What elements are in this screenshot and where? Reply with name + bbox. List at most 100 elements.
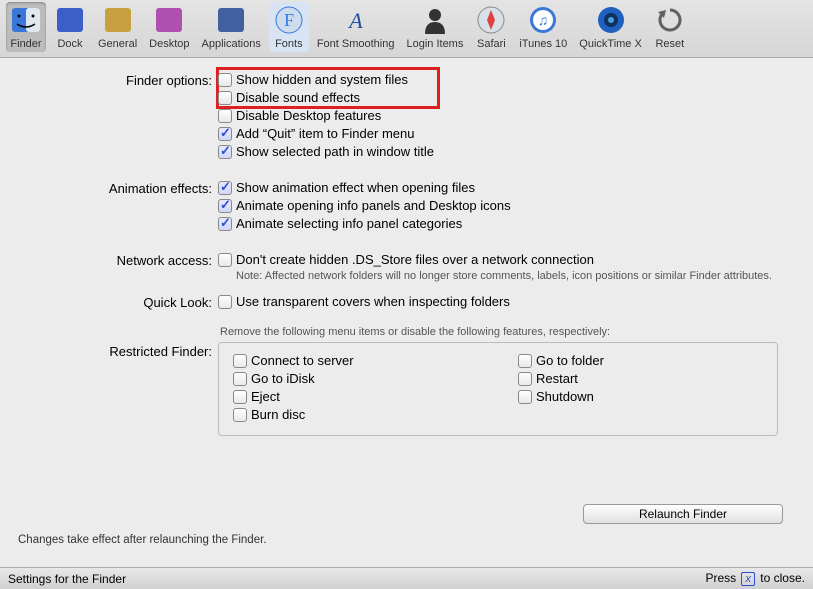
- status-left: Settings for the Finder: [8, 572, 126, 586]
- restricted-note: Remove the following menu items or disab…: [220, 326, 795, 338]
- toolbar-desktop[interactable]: Desktop: [145, 2, 193, 52]
- toolbar-finder[interactable]: Finder: [6, 2, 46, 52]
- restr-right-label-0: Go to folder: [536, 353, 604, 368]
- row-restricted: Restricted Finder: Remove the following …: [18, 326, 795, 436]
- restr-right-label-1: Restart: [536, 371, 578, 386]
- toolbar-quicktime-x[interactable]: QuickTime X: [575, 2, 646, 52]
- dock-icon: [54, 4, 86, 36]
- ql-opt-checkbox-0[interactable]: [218, 295, 232, 309]
- close-key[interactable]: x: [741, 572, 755, 586]
- finder-opt-line-0: Show hidden and system files: [218, 72, 795, 87]
- label-quicklook: Quick Look:: [18, 294, 218, 310]
- restr-left-line-1: Go to iDisk: [233, 371, 478, 386]
- toolbar-label: Fonts: [275, 38, 303, 50]
- relaunch-button[interactable]: Relaunch Finder: [583, 504, 783, 524]
- restr-right-checkbox-0[interactable]: [518, 354, 532, 368]
- label-animation: Animation effects:: [18, 180, 218, 196]
- restr-left-checkbox-1[interactable]: [233, 372, 247, 386]
- toolbar-applications[interactable]: Applications: [198, 2, 265, 52]
- toolbar-label: Font Smoothing: [317, 38, 395, 50]
- restr-left-label-0: Connect to server: [251, 353, 354, 368]
- restricted-box: Connect to server Go to iDisk Eject Burn di…: [218, 342, 778, 436]
- status-bar: Settings for the Finder Press x to close…: [0, 567, 813, 589]
- toolbar-label: Desktop: [149, 38, 189, 50]
- finder-opt-label-1: Disable sound effects: [236, 90, 360, 105]
- desktop-icon: [153, 4, 185, 36]
- finder-opt-label-4: Show selected path in window title: [236, 144, 434, 159]
- row-animation: Animation effects: Show animation effect…: [18, 180, 795, 234]
- finder-opt-checkbox-4[interactable]: [218, 145, 232, 159]
- row-network: Network access: Don't create hidden .DS_…: [18, 252, 795, 282]
- restr-left-checkbox-3[interactable]: [233, 408, 247, 422]
- toolbar-label: Reset: [655, 38, 684, 50]
- restr-right-checkbox-2[interactable]: [518, 390, 532, 404]
- restr-left-checkbox-2[interactable]: [233, 390, 247, 404]
- svg-text:F: F: [284, 10, 294, 30]
- net-opt-checkbox-0[interactable]: [218, 253, 232, 267]
- anim-opt-checkbox-1[interactable]: [218, 199, 232, 213]
- restr-left-line-3: Burn disc: [233, 407, 478, 422]
- restr-left-line-0: Connect to server: [233, 353, 478, 368]
- toolbar-label: Finder: [10, 38, 41, 50]
- toolbar-label: Applications: [202, 38, 261, 50]
- font-smoothing-icon: A: [340, 4, 372, 36]
- general-icon: [102, 4, 134, 36]
- toolbar-login-items[interactable]: Login Items: [402, 2, 467, 52]
- finder-opt-checkbox-2[interactable]: [218, 109, 232, 123]
- anim-opt-label-0: Show animation effect when opening files: [236, 180, 475, 195]
- label-network: Network access:: [18, 252, 218, 268]
- restr-right-line-2: Shutdown: [518, 389, 763, 404]
- restr-left-label-2: Eject: [251, 389, 280, 404]
- fonts-icon: F: [273, 4, 305, 36]
- toolbar-label: iTunes 10: [519, 38, 567, 50]
- restr-left-checkbox-0[interactable]: [233, 354, 247, 368]
- anim-opt-line-2: Animate selecting info panel categories: [218, 216, 795, 231]
- status-right: Press x to close.: [705, 571, 805, 586]
- toolbar-label: Safari: [477, 38, 506, 50]
- anim-opt-label-1: Animate opening info panels and Desktop …: [236, 198, 511, 213]
- row-quicklook: Quick Look: Use transparent covers when …: [18, 294, 795, 312]
- finder-opt-checkbox-0[interactable]: [218, 73, 232, 87]
- reset-icon: [654, 4, 686, 36]
- finder-opt-checkbox-1[interactable]: [218, 91, 232, 105]
- toolbar-label: Dock: [57, 38, 82, 50]
- restr-right-line-1: Restart: [518, 371, 763, 386]
- toolbar: Finder Dock General Desktop Applications F Fon…: [0, 0, 813, 58]
- finder-opt-checkbox-3[interactable]: [218, 127, 232, 141]
- finder-opt-label-2: Disable Desktop features: [236, 108, 381, 123]
- finder-opt-line-4: Show selected path in window title: [218, 144, 795, 159]
- toolbar-label: QuickTime X: [579, 38, 642, 50]
- itunes10-icon: ♫: [527, 4, 559, 36]
- anim-opt-checkbox-2[interactable]: [218, 217, 232, 231]
- toolbar-general[interactable]: General: [94, 2, 141, 52]
- svg-text:A: A: [347, 8, 363, 33]
- finder-opt-line-3: Add “Quit” item to Finder menu: [218, 126, 795, 141]
- finder-icon: [10, 4, 42, 36]
- toolbar-reset[interactable]: Reset: [650, 2, 690, 52]
- net-opt-line-0: Don't create hidden .DS_Store files over…: [218, 252, 795, 267]
- restr-left-line-2: Eject: [233, 389, 478, 404]
- label-finder-options: Finder options:: [18, 72, 218, 88]
- toolbar-label: Login Items: [406, 38, 463, 50]
- toolbar-font-smoothing[interactable]: A Font Smoothing: [313, 2, 399, 52]
- restr-right-line-0: Go to folder: [518, 353, 763, 368]
- finder-opt-line-2: Disable Desktop features: [218, 108, 795, 123]
- toolbar-fonts[interactable]: F Fonts: [269, 2, 309, 52]
- anim-opt-checkbox-0[interactable]: [218, 181, 232, 195]
- restr-right-checkbox-1[interactable]: [518, 372, 532, 386]
- relaunch-note: Changes take effect after relaunching th…: [18, 534, 266, 546]
- finder-opt-label-0: Show hidden and system files: [236, 72, 408, 87]
- label-restricted: Restricted Finder:: [18, 326, 218, 359]
- svg-text:♫: ♫: [538, 12, 549, 28]
- restr-left-label-1: Go to iDisk: [251, 371, 315, 386]
- finder-opt-label-3: Add “Quit” item to Finder menu: [236, 126, 414, 141]
- anim-opt-label-2: Animate selecting info panel categories: [236, 216, 462, 231]
- toolbar-itunes10[interactable]: ♫ iTunes 10: [515, 2, 571, 52]
- finder-opt-line-1: Disable sound effects: [218, 90, 795, 105]
- ql-opt-line-0: Use transparent covers when inspecting f…: [218, 294, 795, 309]
- toolbar-dock[interactable]: Dock: [50, 2, 90, 52]
- anim-opt-line-1: Animate opening info panels and Desktop …: [218, 198, 795, 213]
- toolbar-safari[interactable]: Safari: [471, 2, 511, 52]
- restr-right-label-2: Shutdown: [536, 389, 594, 404]
- toolbar-label: General: [98, 38, 137, 50]
